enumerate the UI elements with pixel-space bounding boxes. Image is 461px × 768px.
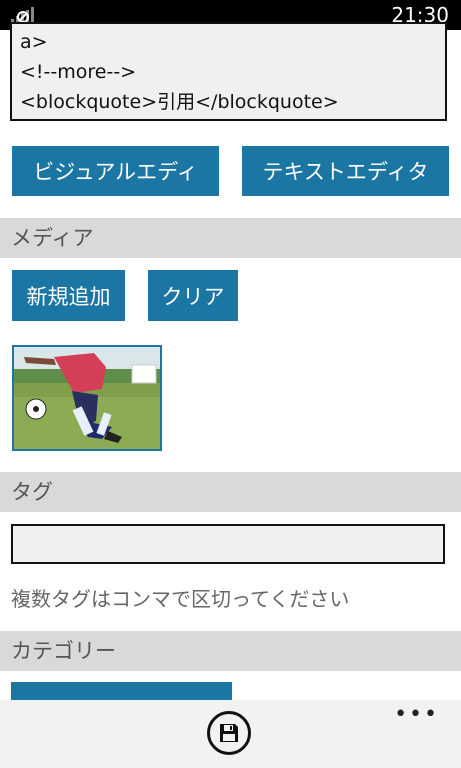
- editor-line: a>: [20, 31, 48, 53]
- tags-hint: 複数タグはコンマで区切ってください: [11, 587, 350, 611]
- editor-line: <!--more-->: [20, 61, 137, 83]
- editor-line: <blockquote>引用</blockquote>: [20, 91, 339, 113]
- save-button[interactable]: [207, 711, 251, 755]
- text-editor-button[interactable]: テキストエディタ: [242, 146, 449, 196]
- add-new-media-button[interactable]: 新規追加: [12, 270, 125, 321]
- media-thumbnail[interactable]: [12, 345, 162, 451]
- tags-section-header: タグ: [0, 472, 461, 512]
- soccer-photo: [14, 347, 160, 449]
- clear-media-button[interactable]: クリア: [148, 270, 238, 321]
- visual-editor-button[interactable]: ビジュアルエディ: [12, 146, 219, 196]
- text-editor-field[interactable]: a> <!--more--> <blockquote>引用</blockquot…: [10, 22, 447, 121]
- tags-input[interactable]: [11, 524, 445, 564]
- media-section-header: メディア: [0, 218, 461, 258]
- save-icon: [220, 724, 238, 742]
- category-section-header: カテゴリー: [0, 631, 461, 671]
- more-options-button[interactable]: •••: [394, 702, 439, 727]
- app-bar: •••: [0, 700, 461, 768]
